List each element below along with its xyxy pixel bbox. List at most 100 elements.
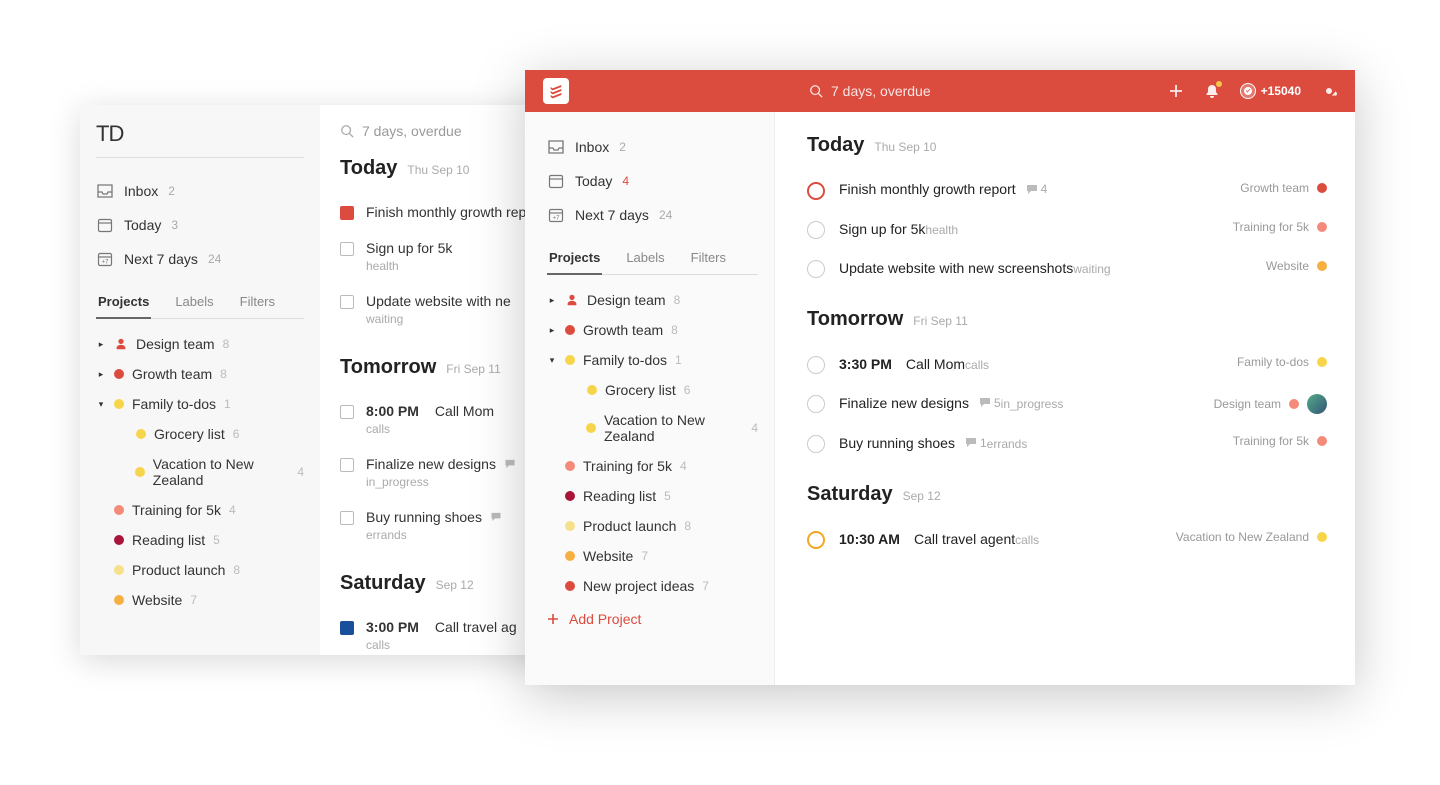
task-checkbox[interactable] xyxy=(807,260,825,278)
task-project[interactable]: Training for 5k xyxy=(1233,434,1327,448)
task-row[interactable]: Update website with new screenshotswaiti… xyxy=(807,249,1327,288)
expand-caret[interactable]: ▸ xyxy=(547,325,557,336)
task-checkbox[interactable] xyxy=(807,356,825,374)
tab-labels[interactable]: Labels xyxy=(624,244,666,274)
task-row[interactable]: Buy running shoes1errandsTraining for 5k xyxy=(807,424,1327,463)
calendar-7-icon: +7 xyxy=(96,250,114,268)
notifications-button[interactable] xyxy=(1204,83,1220,99)
project-row[interactable]: Vacation to New Zealand4 xyxy=(547,405,758,451)
project-row[interactable]: ▸Growth team8 xyxy=(547,315,758,345)
project-name: Product launch xyxy=(132,562,225,578)
project-row[interactable]: Reading list5 xyxy=(547,481,758,511)
project-row[interactable]: Reading list5 xyxy=(96,525,304,555)
project-name: New project ideas xyxy=(583,578,694,594)
task-project[interactable]: Growth team xyxy=(1240,181,1327,195)
task-checkbox[interactable] xyxy=(340,295,354,309)
project-row[interactable]: Website7 xyxy=(547,541,758,571)
tab-labels[interactable]: Labels xyxy=(173,288,215,318)
task-checkbox[interactable] xyxy=(807,221,825,239)
project-color-dot xyxy=(565,355,575,365)
app-logo[interactable] xyxy=(543,78,569,104)
task-checkbox[interactable] xyxy=(340,458,354,472)
add-project-button[interactable]: Add Project xyxy=(547,601,758,637)
project-row[interactable]: Training for 5k4 xyxy=(547,451,758,481)
tab-projects[interactable]: Projects xyxy=(547,244,602,275)
project-color-dot xyxy=(565,325,575,335)
task-label: health xyxy=(366,259,452,273)
task-row[interactable]: Finish monthly growth report4Growth team xyxy=(807,171,1327,210)
comment-count[interactable]: 1 xyxy=(965,436,987,450)
task-label: errands xyxy=(366,528,502,542)
search-field[interactable]: 7 days, overdue xyxy=(809,83,1168,99)
comment-count[interactable]: 4 xyxy=(1026,182,1048,196)
task-checkbox[interactable] xyxy=(807,531,825,549)
nav-next7days[interactable]: +7 Next 7 days 24 xyxy=(547,198,758,232)
day-date: Thu Sep 10 xyxy=(407,163,469,177)
task-label: errands xyxy=(987,437,1028,451)
project-row[interactable]: ▾Family to-dos1 xyxy=(96,389,304,419)
project-color-dot xyxy=(565,581,575,591)
project-row[interactable]: Grocery list6 xyxy=(96,419,304,449)
project-row[interactable]: ▾Family to-dos1 xyxy=(547,345,758,375)
search-text: 7 days, overdue xyxy=(362,123,462,139)
project-name: Growth team xyxy=(132,366,212,382)
task-priority-marker[interactable] xyxy=(340,621,354,635)
task-project[interactable]: Family to-dos xyxy=(1237,355,1327,369)
comment-count[interactable]: 5 xyxy=(979,396,1001,410)
task-project[interactable]: Website xyxy=(1266,259,1327,273)
task-row[interactable]: 10:30 AMCall travel agentcallsVacation t… xyxy=(807,520,1327,559)
project-row[interactable]: Grocery list6 xyxy=(547,375,758,405)
task-priority-marker[interactable] xyxy=(340,206,354,220)
nav-today[interactable]: Today 4 xyxy=(547,164,758,198)
nav-label: Next 7 days xyxy=(575,207,649,223)
project-row[interactable]: Website7 xyxy=(96,585,304,615)
project-name: Design team xyxy=(136,336,215,352)
task-checkbox[interactable] xyxy=(340,511,354,525)
plus-icon xyxy=(547,613,559,625)
tab-filters[interactable]: Filters xyxy=(689,244,728,274)
project-row[interactable]: Training for 5k4 xyxy=(96,495,304,525)
task-row[interactable]: Finalize new designs5in_progressDesign t… xyxy=(807,384,1327,424)
task-checkbox[interactable] xyxy=(340,405,354,419)
quick-add-button[interactable] xyxy=(1168,83,1184,99)
task-checkbox[interactable] xyxy=(340,242,354,256)
comment-icon xyxy=(490,512,502,522)
expand-caret[interactable]: ▸ xyxy=(96,339,106,350)
nav-inbox[interactable]: Inbox 2 xyxy=(96,174,304,208)
project-row[interactable]: Vacation to New Zealand4 xyxy=(96,449,304,495)
project-count: 5 xyxy=(213,533,220,547)
task-time: 3:30 PM xyxy=(839,356,892,372)
project-row[interactable]: Product launch8 xyxy=(96,555,304,585)
calendar-icon xyxy=(547,172,565,190)
settings-button[interactable] xyxy=(1321,83,1337,99)
expand-caret[interactable]: ▸ xyxy=(547,295,557,306)
nav-today[interactable]: Today 3 xyxy=(96,208,304,242)
project-row[interactable]: ▸Growth team8 xyxy=(96,359,304,389)
expand-caret[interactable]: ▾ xyxy=(547,355,557,366)
project-count: 8 xyxy=(223,337,230,351)
task-checkbox[interactable] xyxy=(807,435,825,453)
nav-inbox[interactable]: Inbox 2 xyxy=(547,130,758,164)
task-project-name: Family to-dos xyxy=(1237,355,1309,369)
task-checkbox[interactable] xyxy=(807,182,825,200)
task-project[interactable]: Vacation to New Zealand xyxy=(1176,530,1327,544)
project-count: 7 xyxy=(641,549,648,563)
expand-caret[interactable]: ▾ xyxy=(96,399,106,410)
tab-filters[interactable]: Filters xyxy=(238,288,277,318)
project-count: 4 xyxy=(229,503,236,517)
task-project[interactable]: Training for 5k xyxy=(1233,220,1327,234)
karma-score[interactable]: +15040 xyxy=(1240,83,1301,99)
task-row[interactable]: 3:30 PMCall MomcallsFamily to-dos xyxy=(807,345,1327,384)
tab-projects[interactable]: Projects xyxy=(96,288,151,319)
expand-caret[interactable]: ▸ xyxy=(96,369,106,380)
project-row[interactable]: New project ideas7 xyxy=(547,571,758,601)
task-label: health xyxy=(925,223,958,237)
nav-next7days[interactable]: +7 Next 7 days 24 xyxy=(96,242,304,276)
task-project[interactable]: Design team xyxy=(1214,394,1327,414)
project-row[interactable]: ▸ Design team 8 xyxy=(96,329,304,359)
task-row[interactable]: Sign up for 5khealthTraining for 5k xyxy=(807,210,1327,249)
assignee-avatar[interactable] xyxy=(1307,394,1327,414)
project-row[interactable]: Product launch8 xyxy=(547,511,758,541)
task-checkbox[interactable] xyxy=(807,395,825,413)
project-row[interactable]: ▸Design team8 xyxy=(547,285,758,315)
